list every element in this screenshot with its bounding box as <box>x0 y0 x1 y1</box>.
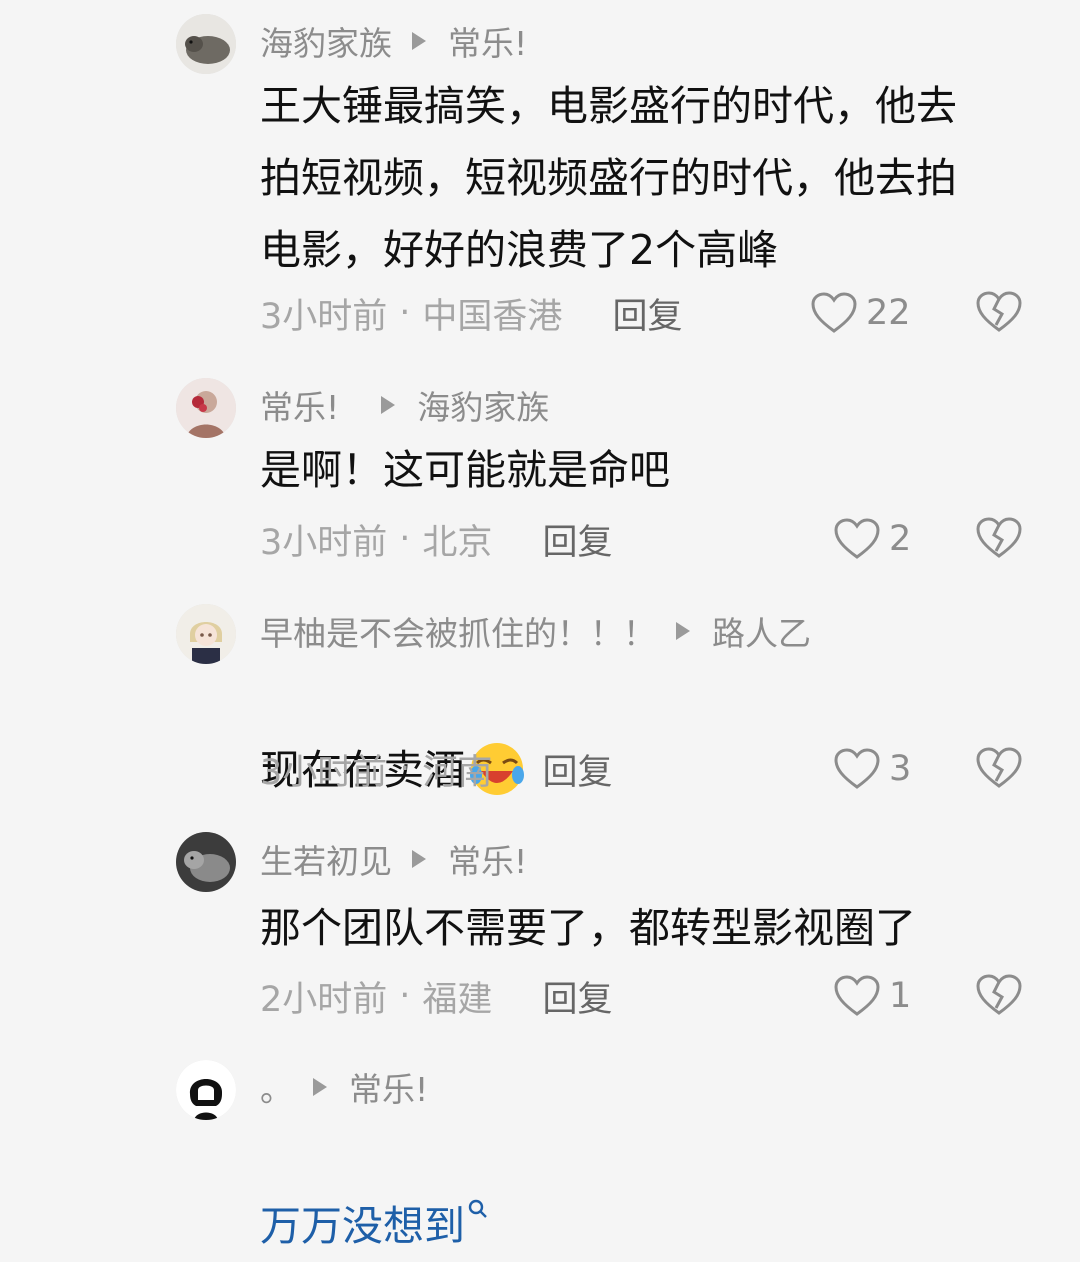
comment-location: 河南 <box>422 752 493 793</box>
author-name[interactable]: 。 <box>260 1063 293 1111</box>
dislike-button[interactable] <box>975 973 1023 1019</box>
play-triangle-icon <box>412 32 426 50</box>
broken-heart-icon <box>976 974 1022 1015</box>
play-triangle-icon <box>381 396 396 414</box>
comment-header: 常乐! 海豹家族 <box>260 382 549 428</box>
reply-to-name[interactable]: 海豹家族 <box>417 381 549 429</box>
broken-heart-icon <box>976 517 1022 558</box>
avatar[interactable] <box>176 14 236 74</box>
play-triangle-icon <box>412 850 426 868</box>
reply-button[interactable]: 回复 <box>542 744 612 795</box>
comment-location: 福建 <box>422 979 493 1020</box>
dislike-button[interactable] <box>975 516 1023 562</box>
reply-to-name[interactable]: 常乐! <box>448 17 527 65</box>
topic-link[interactable]: 万万没想到 <box>260 1202 465 1250</box>
comment-time: 3小时前 <box>260 752 388 793</box>
author-name[interactable]: 常乐! <box>260 381 339 429</box>
broken-heart-icon <box>976 291 1022 332</box>
comment-meta: 3小时前 · 中国香港 回复 <box>260 288 682 339</box>
comment-time: 2小时前 <box>260 979 388 1020</box>
comment-meta: 2小时前 · 福建 回复 <box>260 971 612 1022</box>
comment-header: 早柚是不会被抓住的！！！ 路人乙 <box>260 608 811 654</box>
avatar[interactable] <box>176 604 236 664</box>
dislike-button[interactable] <box>975 746 1023 792</box>
comment-text[interactable]: 王大锤最搞笑，电影盛行的时代，他去 拍短视频，短视频盛行的时代，他去拍 电影，好… <box>260 70 1020 286</box>
comment-text[interactable]: 那个团队不需要了，都转型影视圈了 <box>260 892 1020 964</box>
reply-to-name[interactable]: 路人乙 <box>712 607 811 655</box>
author-name[interactable]: 早柚是不会被抓住的！！！ <box>260 607 656 655</box>
like-button[interactable]: 3 <box>833 746 911 792</box>
play-triangle-icon <box>676 622 690 640</box>
dislike-button[interactable] <box>975 290 1023 336</box>
broken-heart-icon <box>976 747 1022 788</box>
heart-outline-icon <box>834 975 880 1016</box>
comment-header: 。 常乐! <box>260 1064 428 1110</box>
like-count: 22 <box>866 293 911 333</box>
comment-text[interactable]: 是啊！这可能就是命吧 <box>260 434 1020 506</box>
comment-location: 中国香港 <box>422 296 563 337</box>
comment-header: 生若初见 常乐! <box>260 836 527 882</box>
reply-to-name[interactable]: 常乐! <box>349 1063 428 1111</box>
heart-outline-icon <box>834 748 880 789</box>
avatar[interactable] <box>176 1060 236 1120</box>
search-icon <box>468 1199 487 1218</box>
like-button[interactable]: 2 <box>833 516 911 562</box>
author-name[interactable]: 生若初见 <box>260 835 392 883</box>
avatar[interactable] <box>176 832 236 892</box>
like-button[interactable]: 1 <box>833 973 911 1019</box>
avatar[interactable] <box>176 378 236 438</box>
reply-button[interactable]: 回复 <box>542 514 612 565</box>
comment-thread: 海豹家族 常乐! 王大锤最搞笑，电影盛行的时代，他去 拍短视频，短视频盛行的时代… <box>0 0 1080 1250</box>
author-name[interactable]: 海豹家族 <box>260 17 392 65</box>
reply-button[interactable]: 回复 <box>612 288 682 339</box>
comment-text[interactable]: 万万没想到 <box>260 1118 1020 1262</box>
comment-location: 北京 <box>422 522 493 563</box>
like-button[interactable]: 22 <box>810 290 911 336</box>
like-count: 2 <box>889 519 912 559</box>
comment-time: 3小时前 <box>260 522 388 563</box>
like-count: 1 <box>889 976 912 1016</box>
like-count: 3 <box>889 749 912 789</box>
comment-meta: 3小时前 · 河南 回复 <box>260 744 612 795</box>
reply-button[interactable]: 回复 <box>542 971 612 1022</box>
comment-header: 海豹家族 常乐! <box>260 18 527 64</box>
comment-time: 3小时前 <box>260 296 388 337</box>
reply-to-name[interactable]: 常乐! <box>448 835 527 883</box>
comment-meta: 3小时前 · 北京 回复 <box>260 514 612 565</box>
heart-outline-icon <box>834 518 880 559</box>
heart-outline-icon <box>811 292 857 333</box>
play-triangle-icon <box>313 1078 327 1096</box>
